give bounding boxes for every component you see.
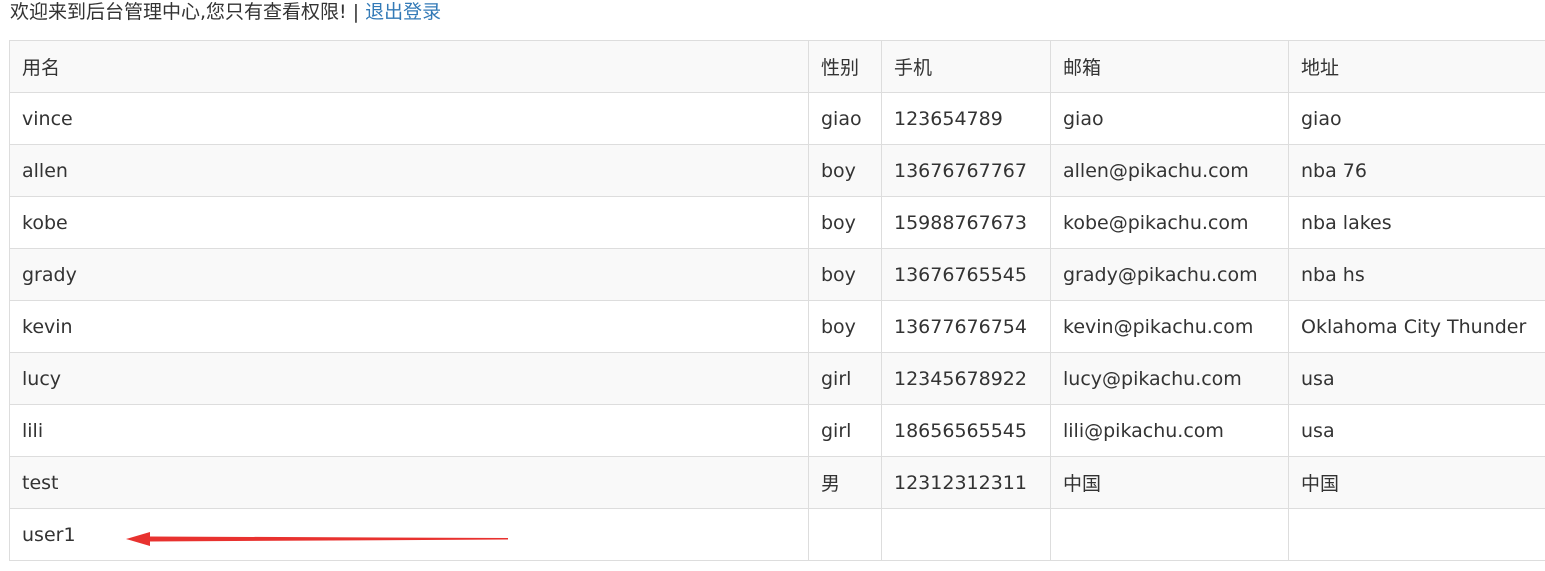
welcome-text: 欢迎来到后台管理中心,您只有查看权限! | bbox=[10, 1, 366, 23]
table-row: grady boy 13676765545 grady@pikachu.com … bbox=[9, 248, 1545, 301]
cell-address: nba hs bbox=[1288, 248, 1545, 301]
cell-address: usa bbox=[1288, 352, 1545, 405]
cell-email: giao bbox=[1050, 92, 1289, 145]
cell-gender: boy bbox=[808, 300, 882, 353]
cell-email: kevin@pikachu.com bbox=[1050, 300, 1289, 353]
table-row: kobe boy 15988767673 kobe@pikachu.com nb… bbox=[9, 196, 1545, 249]
table-row: vince giao 123654789 giao giao bbox=[9, 92, 1545, 145]
cell-phone: 123654789 bbox=[881, 92, 1051, 145]
cell-address: 中国 bbox=[1288, 456, 1545, 509]
cell-username: lucy bbox=[9, 352, 809, 405]
cell-email: grady@pikachu.com bbox=[1050, 248, 1289, 301]
cell-email: lili@pikachu.com bbox=[1050, 404, 1289, 457]
cell-gender: giao bbox=[808, 92, 882, 145]
cell-email: lucy@pikachu.com bbox=[1050, 352, 1289, 405]
table-row: allen boy 13676767767 allen@pikachu.com … bbox=[9, 144, 1545, 197]
cell-phone: 18656565545 bbox=[881, 404, 1051, 457]
cell-username: kevin bbox=[9, 300, 809, 353]
cell-phone bbox=[881, 508, 1051, 561]
cell-username: grady bbox=[9, 248, 809, 301]
table-row: test 男 12312312311 中国 中国 bbox=[9, 456, 1545, 509]
cell-gender: 男 bbox=[808, 456, 882, 509]
cell-username: kobe bbox=[9, 196, 809, 249]
cell-email: allen@pikachu.com bbox=[1050, 144, 1289, 197]
cell-phone: 15988767673 bbox=[881, 196, 1051, 249]
table-row: lili girl 18656565545 lili@pikachu.com u… bbox=[9, 404, 1545, 457]
logout-link[interactable]: 退出登录 bbox=[365, 1, 441, 23]
cell-username: lili bbox=[9, 404, 809, 457]
cell-username: test bbox=[9, 456, 809, 509]
cell-address bbox=[1288, 508, 1545, 561]
cell-phone: 13676767767 bbox=[881, 144, 1051, 197]
cell-gender: boy bbox=[808, 144, 882, 197]
welcome-bar: 欢迎来到后台管理中心,您只有查看权限! | 退出登录 bbox=[10, 0, 441, 24]
cell-gender: boy bbox=[808, 248, 882, 301]
cell-address: giao bbox=[1288, 92, 1545, 145]
table-row: kevin boy 13677676754 kevin@pikachu.com … bbox=[9, 300, 1545, 353]
cell-username: user1 bbox=[9, 508, 809, 561]
cell-address: nba lakes bbox=[1288, 196, 1545, 249]
column-header-address: 地址 bbox=[1288, 40, 1545, 93]
table-row: user1 bbox=[9, 508, 1545, 561]
column-header-email: 邮箱 bbox=[1050, 40, 1289, 93]
cell-email bbox=[1050, 508, 1289, 561]
cell-phone: 13676765545 bbox=[881, 248, 1051, 301]
cell-gender bbox=[808, 508, 882, 561]
column-header-phone: 手机 bbox=[881, 40, 1051, 93]
cell-username: vince bbox=[9, 92, 809, 145]
table-header-row: 用名 性别 手机 邮箱 地址 bbox=[9, 40, 1545, 93]
cell-phone: 12345678922 bbox=[881, 352, 1051, 405]
cell-username: allen bbox=[9, 144, 809, 197]
cell-phone: 12312312311 bbox=[881, 456, 1051, 509]
cell-address: usa bbox=[1288, 404, 1545, 457]
cell-gender: boy bbox=[808, 196, 882, 249]
cell-gender: girl bbox=[808, 404, 882, 457]
column-header-gender: 性别 bbox=[808, 40, 882, 93]
cell-address: Oklahoma City Thunder bbox=[1288, 300, 1545, 353]
table-row: lucy girl 12345678922 lucy@pikachu.com u… bbox=[9, 352, 1545, 405]
cell-address: nba 76 bbox=[1288, 144, 1545, 197]
cell-phone: 13677676754 bbox=[881, 300, 1051, 353]
column-header-username: 用名 bbox=[9, 40, 809, 93]
cell-email: kobe@pikachu.com bbox=[1050, 196, 1289, 249]
user-table: 用名 性别 手机 邮箱 地址 vince giao 123654789 giao… bbox=[9, 40, 1545, 561]
cell-gender: girl bbox=[808, 352, 882, 405]
cell-email: 中国 bbox=[1050, 456, 1289, 509]
